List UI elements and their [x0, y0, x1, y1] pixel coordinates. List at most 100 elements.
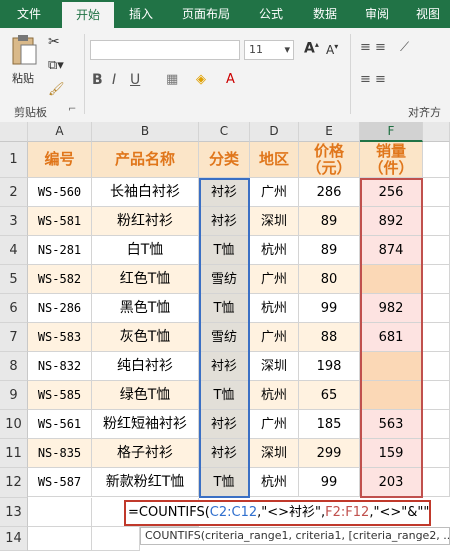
row-header-10[interactable]: 10 [0, 410, 28, 439]
table-cell-code[interactable]: WS-583 [28, 323, 92, 352]
table-cell-code[interactable]: WS-582 [28, 265, 92, 294]
tab-insert[interactable]: 插入 [118, 0, 164, 28]
row-header-12[interactable]: 12 [0, 468, 28, 498]
underline-button[interactable]: U [130, 72, 140, 88]
table-cell-region[interactable]: 深圳 [250, 207, 299, 236]
row-header-13[interactable]: 13 [0, 498, 28, 527]
table-cell-sales[interactable]: 681 [360, 323, 423, 352]
table-cell-name[interactable]: 粉红衬衫 [92, 207, 199, 236]
fill-color-icon[interactable]: ◈ [196, 72, 206, 87]
format-painter-icon[interactable]: 🖌 [48, 82, 65, 97]
italic-button[interactable]: I [112, 72, 116, 88]
tab-formulas[interactable]: 公式 [248, 0, 294, 28]
table-cell-name[interactable]: 格子衬衫 [92, 439, 199, 468]
increase-font-icon[interactable]: A▴ [304, 40, 319, 57]
bold-button[interactable]: B [92, 72, 103, 88]
header-code[interactable]: 编号 [28, 142, 92, 178]
table-cell-category[interactable]: 雪纺 [199, 265, 250, 294]
table-cell-name[interactable]: 纯白衬衫 [92, 352, 199, 381]
column-header-d[interactable]: D [250, 122, 299, 142]
empty-cell[interactable] [423, 468, 450, 497]
cut-icon[interactable]: ✂ [48, 34, 60, 50]
empty-cell[interactable] [28, 527, 92, 551]
table-cell-category[interactable]: T恤 [199, 294, 250, 323]
tab-view[interactable]: 视图 [406, 0, 450, 28]
table-cell-category[interactable]: 衬衫 [199, 207, 250, 236]
row-header-9[interactable]: 9 [0, 381, 28, 410]
table-cell-category[interactable]: 衬衫 [199, 352, 250, 381]
empty-cell[interactable] [423, 381, 450, 410]
table-cell-price[interactable]: 80 [299, 265, 360, 294]
table-cell-price[interactable]: 99 [299, 294, 360, 323]
table-cell-category[interactable]: T恤 [199, 236, 250, 265]
empty-cell[interactable] [423, 294, 450, 323]
table-cell-name[interactable]: 绿色T恤 [92, 381, 199, 410]
empty-cell[interactable] [423, 265, 450, 294]
header-price[interactable]: 价格（元） [299, 142, 360, 178]
table-cell-category[interactable]: T恤 [199, 468, 250, 497]
table-cell-category[interactable]: 衬衫 [199, 410, 250, 439]
table-cell-sales[interactable]: 563 [360, 410, 423, 439]
table-cell-code[interactable]: WS-587 [28, 468, 92, 497]
select-all-corner[interactable] [0, 122, 28, 142]
table-cell-price[interactable]: 65 [299, 381, 360, 410]
empty-cell[interactable] [423, 178, 450, 207]
empty-cell[interactable] [423, 410, 450, 439]
header-sales[interactable]: 销量（件） [360, 142, 423, 178]
table-cell-price[interactable]: 88 [299, 323, 360, 352]
table-cell-code[interactable]: WS-581 [28, 207, 92, 236]
table-cell-category[interactable]: 衬衫 [199, 439, 250, 468]
column-header-c[interactable]: C [199, 122, 250, 142]
empty-cell[interactable] [423, 142, 450, 178]
table-cell-sales[interactable]: 203 [360, 468, 423, 497]
table-cell-sales[interactable]: 874 [360, 236, 423, 265]
table-cell-price[interactable]: 89 [299, 207, 360, 236]
orientation-icon[interactable]: ⟋ [400, 40, 409, 55]
formula-cell-editor[interactable]: =COUNTIFS(C2:C12,"<>衬衫",F2:F12,"<>"&"") [124, 500, 431, 526]
tab-review[interactable]: 审阅 [354, 0, 400, 28]
row-header-11[interactable]: 11 [0, 439, 28, 468]
table-cell-sales[interactable]: 159 [360, 439, 423, 468]
table-cell-region[interactable]: 杭州 [250, 294, 299, 323]
font-size-box[interactable]: 11 ▾ [244, 40, 294, 60]
empty-cell[interactable] [423, 236, 450, 265]
tab-home[interactable]: 开始 [62, 2, 114, 28]
table-cell-code[interactable]: NS-835 [28, 439, 92, 468]
table-cell-name[interactable]: 黑色T恤 [92, 294, 199, 323]
row-header-3[interactable]: 3 [0, 207, 28, 236]
table-cell-price[interactable]: 185 [299, 410, 360, 439]
table-cell-sales[interactable]: 892 [360, 207, 423, 236]
table-cell-region[interactable]: 杭州 [250, 468, 299, 497]
table-cell-name[interactable]: 长袖白衬衫 [92, 178, 199, 207]
table-cell-sales[interactable] [360, 381, 423, 410]
table-cell-region[interactable]: 杭州 [250, 236, 299, 265]
header-region[interactable]: 地区 [250, 142, 299, 178]
table-cell-name[interactable]: 白T恤 [92, 236, 199, 265]
table-cell-price[interactable]: 286 [299, 178, 360, 207]
table-cell-code[interactable]: WS-561 [28, 410, 92, 439]
column-header-b[interactable]: B [92, 122, 199, 142]
table-cell-name[interactable]: 粉红短袖衬衫 [92, 410, 199, 439]
row-header-2[interactable]: 2 [0, 178, 28, 207]
decrease-font-icon[interactable]: A▾ [326, 42, 338, 57]
column-header-e[interactable]: E [299, 122, 360, 142]
row-header-4[interactable]: 4 [0, 236, 28, 265]
align-top-icon[interactable]: ≡ ≡ [360, 40, 386, 55]
header-category[interactable]: 分类 [199, 142, 250, 178]
empty-cell[interactable] [423, 207, 450, 236]
font-color-icon[interactable]: A [226, 72, 235, 87]
table-cell-price[interactable]: 99 [299, 468, 360, 497]
table-cell-name[interactable]: 新款粉红T恤 [92, 468, 199, 497]
tab-file[interactable]: 文件 [4, 0, 54, 28]
paste-button[interactable] [10, 34, 38, 68]
table-cell-category[interactable]: T恤 [199, 381, 250, 410]
empty-cell[interactable] [423, 352, 450, 381]
tab-data[interactable]: 数据 [302, 0, 348, 28]
table-cell-name[interactable]: 红色T恤 [92, 265, 199, 294]
table-cell-region[interactable]: 广州 [250, 323, 299, 352]
copy-icon[interactable]: ⧉▾ [48, 58, 64, 73]
table-cell-sales[interactable]: 256 [360, 178, 423, 207]
tab-page-layout[interactable]: 页面布局 [172, 0, 240, 28]
column-header-g[interactable] [423, 122, 450, 142]
table-cell-code[interactable]: WS-585 [28, 381, 92, 410]
